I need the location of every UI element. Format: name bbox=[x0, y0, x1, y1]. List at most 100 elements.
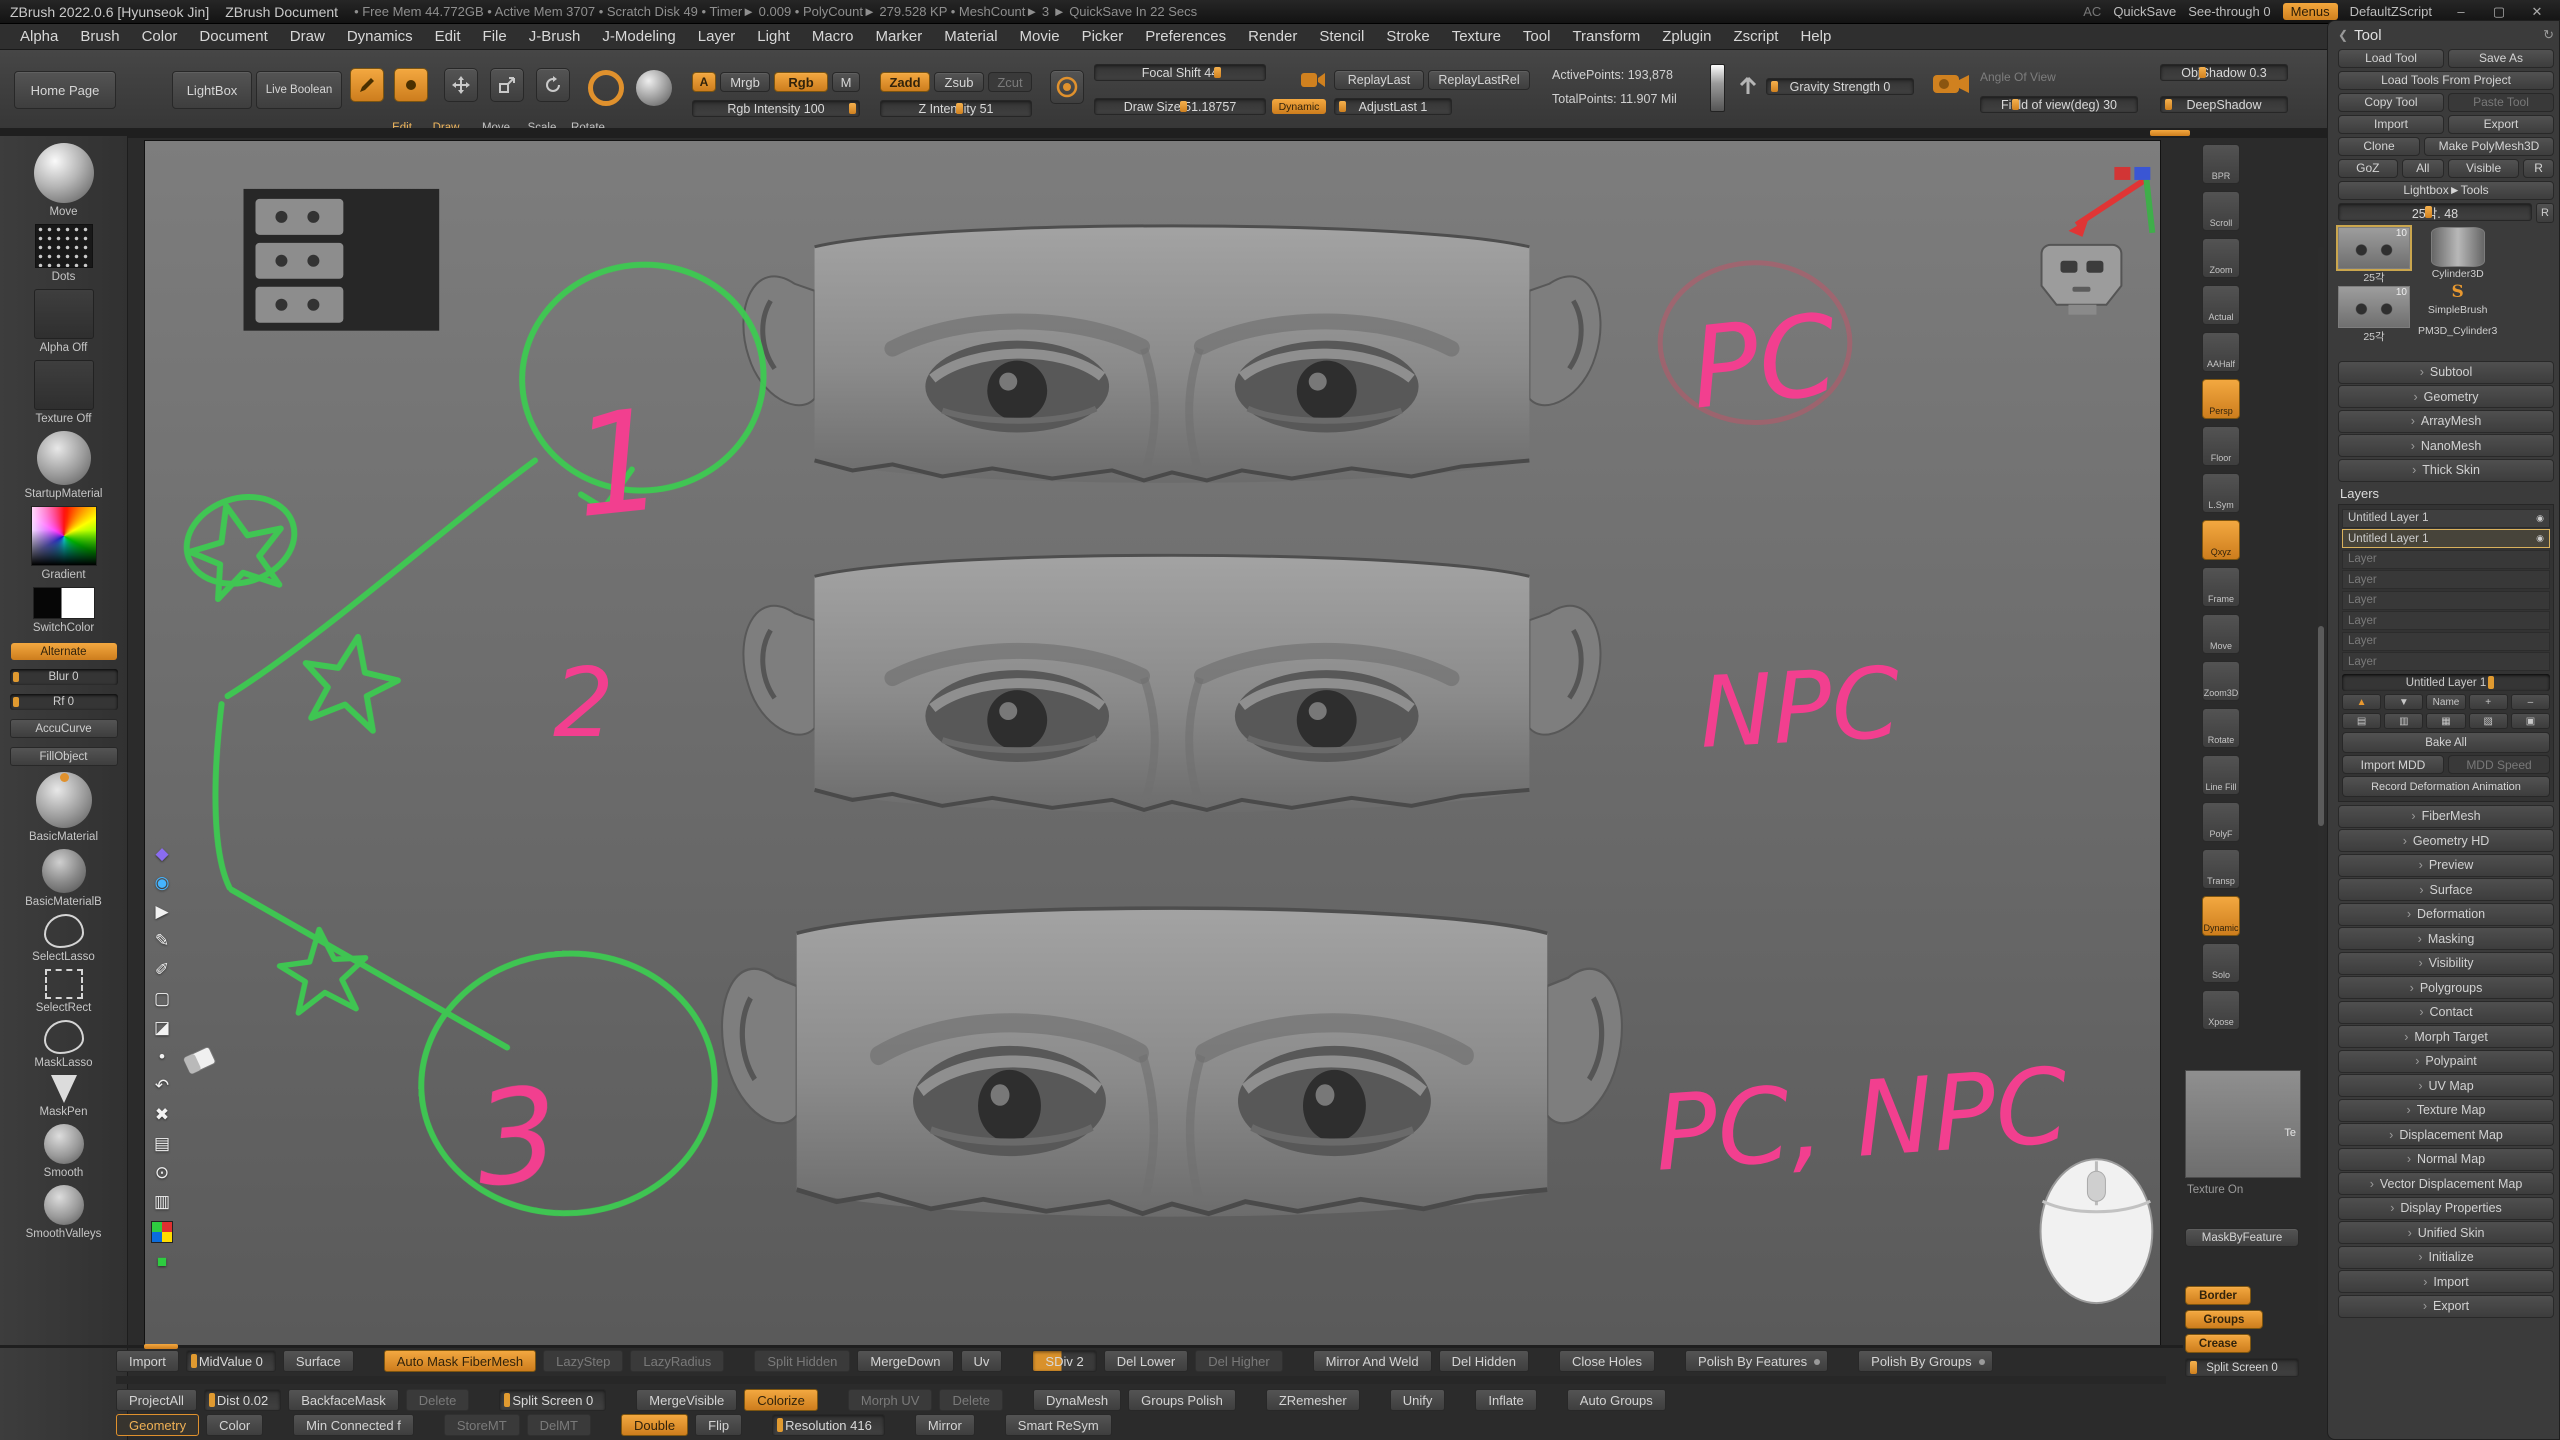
maximize-button[interactable]: ▢ bbox=[2486, 4, 2512, 20]
bottom-bar-item[interactable]: DelMT bbox=[527, 1414, 591, 1436]
goz-button[interactable]: GoZ bbox=[2338, 159, 2398, 178]
rgb-button[interactable]: Rgb bbox=[774, 72, 828, 92]
bottom-bar-item[interactable]: Mirror bbox=[915, 1414, 975, 1436]
menu-item[interactable]: Material bbox=[934, 26, 1007, 47]
bottom-bar-item[interactable] bbox=[1544, 1389, 1560, 1411]
right-shelf-button[interactable]: Scroll bbox=[2202, 191, 2240, 231]
deepshadow-slider[interactable]: DeepShadow bbox=[2160, 96, 2288, 113]
groups-button[interactable]: Groups bbox=[2185, 1310, 2263, 1329]
tray-item[interactable]: Alpha Off bbox=[0, 289, 127, 354]
export-button[interactable]: Export bbox=[2448, 115, 2554, 134]
bottom-bar-item[interactable]: Colorize bbox=[744, 1389, 818, 1411]
tray-thumbnail[interactable] bbox=[44, 1124, 84, 1164]
layer-merge-icon[interactable]: ▤ bbox=[2342, 713, 2381, 729]
bottom-bar-item[interactable]: Delete bbox=[406, 1389, 470, 1411]
eraser-icon[interactable]: ◪ bbox=[149, 1015, 175, 1041]
tray-item[interactable]: BasicMaterialB bbox=[0, 849, 127, 908]
import-button[interactable]: Import bbox=[2338, 115, 2444, 134]
adjust-last-slider[interactable]: AdjustLast 1 bbox=[1334, 98, 1452, 115]
menu-item[interactable]: Texture bbox=[1442, 26, 1511, 47]
tray-item[interactable]: Move bbox=[0, 143, 127, 218]
tray-item[interactable]: SelectLasso bbox=[0, 914, 127, 963]
menu-item[interactable]: Brush bbox=[70, 26, 129, 47]
right-shelf-button[interactable]: Xpose bbox=[2202, 990, 2240, 1030]
tool-thumb-cylinder3d[interactable] bbox=[2431, 227, 2485, 267]
menu-item[interactable]: Color bbox=[132, 26, 188, 47]
bottom-bar-item[interactable] bbox=[825, 1389, 841, 1411]
tray-item[interactable]: Dots bbox=[0, 224, 127, 283]
bottom-bar-item[interactable] bbox=[1367, 1389, 1383, 1411]
bottom-bar-item[interactable]: Geometry bbox=[116, 1414, 199, 1436]
replay-last-rel-button[interactable]: ReplayLastRel bbox=[1428, 70, 1530, 90]
titlebar-control[interactable]: DefaultZScript bbox=[2350, 4, 2432, 19]
menu-item[interactable]: Preferences bbox=[1135, 26, 1236, 47]
tray-thumbnail[interactable] bbox=[34, 360, 94, 410]
bottom-bar-item[interactable]: Smart ReSym bbox=[1005, 1414, 1112, 1436]
right-shelf-button[interactable]: Persp bbox=[2202, 379, 2240, 419]
load-tools-from-project-button[interactable]: Load Tools From Project bbox=[2338, 71, 2554, 90]
bottom-bar-item[interactable]: Delete bbox=[939, 1389, 1003, 1411]
right-shelf-button[interactable]: Transp bbox=[2202, 849, 2240, 889]
tool-section[interactable]: Vector Displacement Map bbox=[2338, 1172, 2554, 1195]
undo-icon[interactable]: ↶ bbox=[149, 1073, 175, 1099]
tray-item[interactable]: FillObject bbox=[0, 744, 127, 766]
bottom-bar-item[interactable]: Polish By Features bbox=[1685, 1350, 1828, 1372]
tool-section[interactable]: Normal Map bbox=[2338, 1148, 2554, 1171]
bottom-bar-item[interactable]: ZRemesher bbox=[1266, 1389, 1360, 1411]
bottom-bar-item[interactable] bbox=[1010, 1389, 1026, 1411]
draw-button[interactable]: Draw bbox=[394, 68, 430, 128]
right-shelf-button[interactable]: Move bbox=[2202, 614, 2240, 654]
right-shelf-button[interactable]: Solo bbox=[2202, 943, 2240, 983]
bottom-bar-item[interactable] bbox=[1662, 1350, 1678, 1372]
bottom-bar-item[interactable]: Double bbox=[621, 1414, 688, 1436]
menu-item[interactable]: Tool bbox=[1513, 26, 1561, 47]
layer-row[interactable]: Layer ◉ bbox=[2342, 632, 2550, 651]
goz-visible-button[interactable]: Visible bbox=[2448, 159, 2519, 178]
axis-gizmo[interactable] bbox=[2068, 167, 2152, 237]
bottom-bar-item[interactable]: LazyRadius bbox=[630, 1350, 724, 1372]
tray-thumbnail[interactable] bbox=[31, 506, 97, 566]
bottom-bar-item[interactable]: DynaMesh bbox=[1033, 1389, 1121, 1411]
menu-item[interactable]: Edit bbox=[425, 26, 471, 47]
tray-item[interactable]: SelectRect bbox=[0, 969, 127, 1014]
bottom-bar-item[interactable] bbox=[598, 1414, 614, 1436]
rgb-intensity-slider[interactable]: Rgb Intensity 100 bbox=[692, 100, 860, 117]
bottom-bar-item[interactable]: SDiv 2 bbox=[1032, 1350, 1096, 1372]
tool-section[interactable]: Thick Skin bbox=[2338, 459, 2554, 482]
tray-thumbnail[interactable] bbox=[34, 289, 94, 339]
tool-section[interactable]: UV Map bbox=[2338, 1074, 2554, 1097]
layer-name-button[interactable]: Name bbox=[2426, 694, 2465, 710]
border-button[interactable]: Border bbox=[2185, 1286, 2251, 1305]
bottom-bar-item[interactable] bbox=[1009, 1350, 1025, 1372]
tool-thumb-current[interactable]: 10 bbox=[2338, 227, 2410, 269]
document-thumbnails[interactable] bbox=[244, 189, 440, 331]
tray-item[interactable]: Blur 0 bbox=[0, 666, 127, 685]
layer-row[interactable]: Layer ◉ bbox=[2342, 652, 2550, 671]
layer-down-icon[interactable]: ▼ bbox=[2384, 694, 2423, 710]
tool-section[interactable]: Masking bbox=[2338, 927, 2554, 950]
current-material-icon[interactable] bbox=[636, 70, 672, 106]
cursor-icon[interactable]: ▶ bbox=[149, 899, 175, 925]
scale-button[interactable]: Scale bbox=[490, 68, 526, 128]
tool-section[interactable]: Surface bbox=[2338, 878, 2554, 901]
move-button[interactable]: Move bbox=[444, 68, 480, 128]
shapes-icon[interactable]: ▢ bbox=[149, 986, 175, 1012]
tray-thumbnail[interactable] bbox=[34, 143, 94, 203]
palette-icon[interactable]: ▦ bbox=[151, 1221, 173, 1243]
menu-item[interactable]: Help bbox=[1790, 26, 1841, 47]
layers-section-header[interactable]: Layers bbox=[2338, 483, 2554, 503]
tool-section[interactable]: Export bbox=[2338, 1295, 2554, 1318]
bottom-bar-item[interactable] bbox=[1290, 1350, 1306, 1372]
bottom-bar-item[interactable]: Mirror And Weld bbox=[1313, 1350, 1432, 1372]
bottom-bar-item[interactable]: BackfaceMask bbox=[288, 1389, 399, 1411]
bottom-bar-item[interactable] bbox=[731, 1350, 747, 1372]
save-as-button[interactable]: Save As bbox=[2448, 49, 2554, 68]
make-polymesh3d-button[interactable]: Make PolyMesh3D bbox=[2424, 137, 2554, 156]
tray-thumbnail[interactable] bbox=[44, 914, 84, 948]
right-shelf-button[interactable]: BPR bbox=[2202, 144, 2240, 184]
bottom-bar-item[interactable]: Auto Mask FiberMesh bbox=[384, 1350, 536, 1372]
bottom-bar-item[interactable]: Close Holes bbox=[1559, 1350, 1655, 1372]
tray-thumbnail[interactable] bbox=[35, 224, 93, 268]
right-shelf-button[interactable]: Rotate bbox=[2202, 708, 2240, 748]
bottom-bar-item[interactable]: Resolution 416 bbox=[772, 1414, 885, 1436]
